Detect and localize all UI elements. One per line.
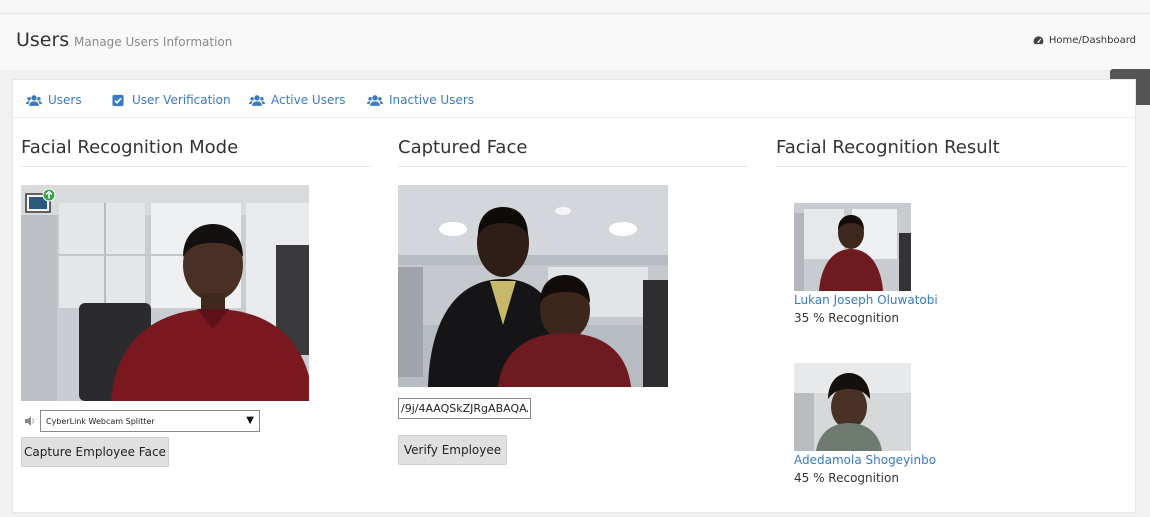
captured-face-data-input[interactable] [398,398,531,419]
result-score-2: 45 % Recognition [794,471,899,485]
tab-bar: Users User Verification Active Users Ina… [13,80,1135,118]
capture-employee-face-button[interactable]: Capture Employee Face [21,437,169,467]
tab-label: Active Users [271,93,346,107]
tab-users[interactable]: Users [26,93,82,107]
mode-title: Facial Recognition Mode [21,137,239,158]
result-photo-1 [794,203,911,291]
camera-select-value: CyberLink Webcam Splitter [46,416,155,426]
result-name-2[interactable]: Adedamola Shogeyinbo [794,453,936,467]
result-score-1: 35 % Recognition [794,311,899,325]
mode-divider [21,166,371,167]
camera-select[interactable]: CyberLink Webcam Splitter ▼ [40,410,260,432]
result-photo-2 [794,363,911,451]
verify-employee-button[interactable]: Verify Employee [398,435,507,465]
checkbox-icon [112,94,124,106]
breadcrumb-home[interactable]: Home/Dashboard [1049,35,1136,46]
dropdown-arrow-icon: ▼ [246,415,254,426]
page-title: Users [16,29,70,51]
users-icon [26,94,42,106]
result-name-1[interactable]: Lukan Joseph Oluwatobi [794,293,938,307]
webcam-overlay-icon[interactable] [24,188,56,216]
tab-label: Inactive Users [389,93,475,107]
result-title: Facial Recognition Result [776,137,1000,158]
result-divider [776,166,1126,167]
captured-face-image [398,185,668,387]
top-bar [0,0,1150,14]
speaker-icon [25,416,34,426]
users-icon [249,94,265,106]
tab-label: Users [48,93,82,107]
captured-divider [398,166,748,167]
tab-user-verification[interactable]: User Verification [110,93,231,107]
page-subtitle: Manage Users Information [74,35,233,49]
breadcrumb[interactable]: Home/Dashboard [1033,35,1136,46]
tab-label: User Verification [132,93,231,107]
dashboard-icon [1033,36,1044,45]
tab-active-users[interactable]: Active Users [249,93,346,107]
webcam-feed[interactable] [21,185,309,401]
camera-select-row: CyberLink Webcam Splitter ▼ [24,410,260,432]
page-header: Users Manage Users Information Home/Dash… [0,15,1150,70]
captured-title: Captured Face [398,137,528,158]
users-icon [367,94,383,106]
tab-inactive-users[interactable]: Inactive Users [367,93,474,107]
